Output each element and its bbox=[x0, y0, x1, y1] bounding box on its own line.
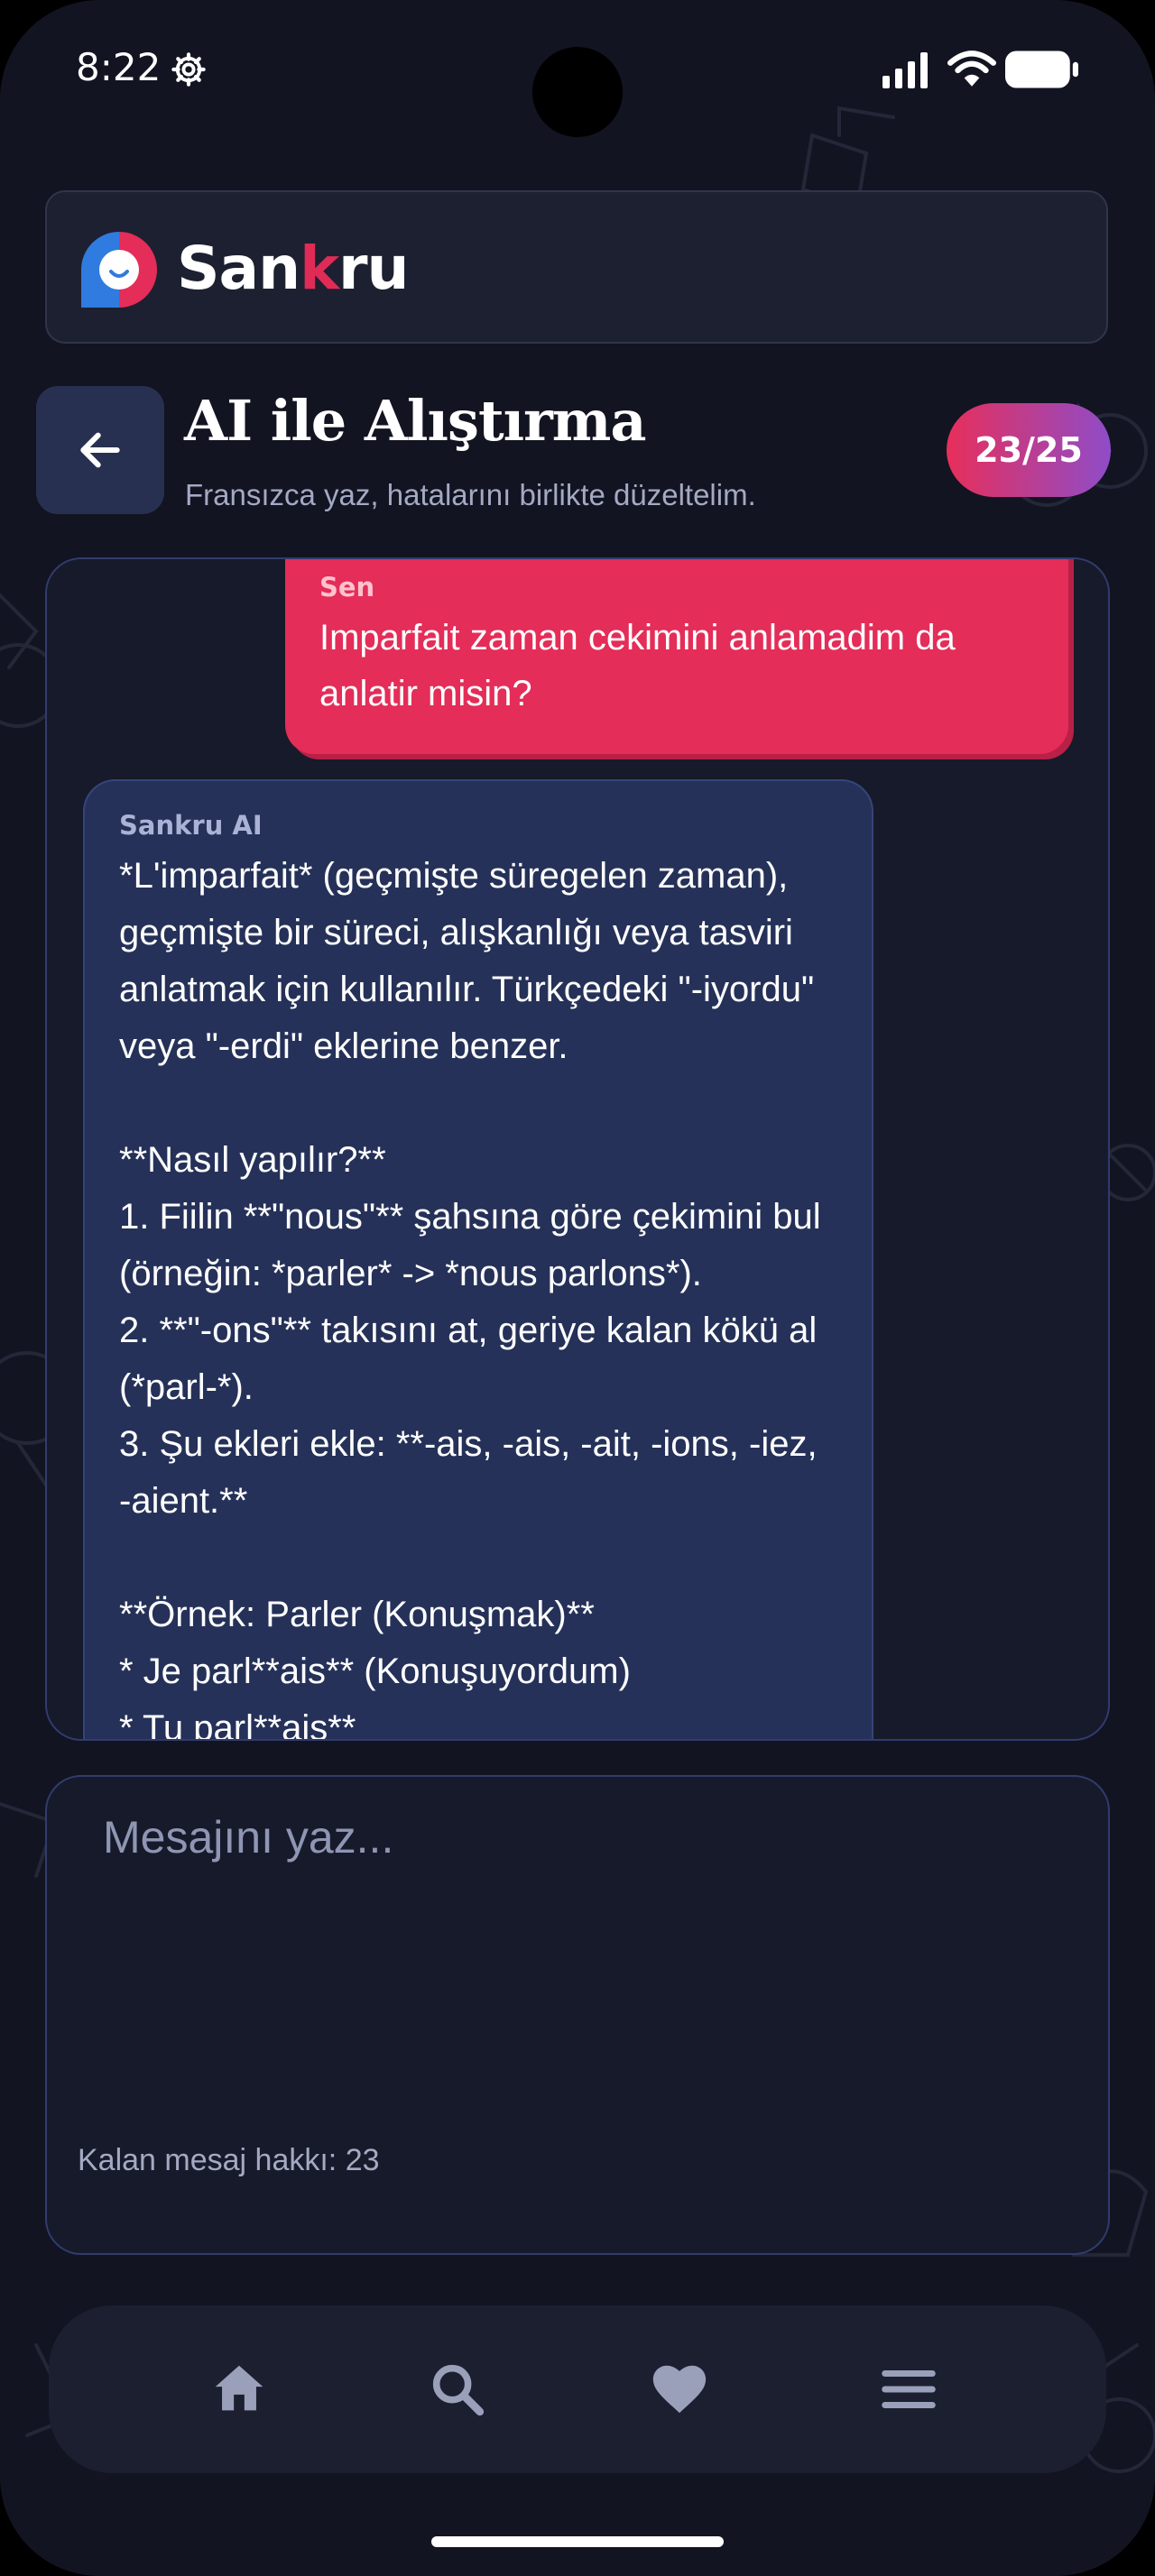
page-subtitle: Fransızca yaz, hatalarını birlikte düzel… bbox=[185, 478, 756, 511]
home-indicator[interactable] bbox=[431, 2536, 724, 2547]
settings-icon bbox=[171, 52, 206, 87]
menu-icon bbox=[882, 2370, 936, 2408]
status-time: 8:22 bbox=[76, 45, 162, 89]
sankru-logo-icon bbox=[81, 232, 157, 308]
home-icon bbox=[215, 2365, 263, 2411]
nav-home[interactable] bbox=[208, 2358, 271, 2421]
message-input[interactable] bbox=[72, 1802, 1074, 2073]
page-title: AI ile Alıştırma bbox=[184, 388, 647, 454]
camera-notch bbox=[532, 47, 623, 137]
message-text: *L'imparfait* (geçmişte süregelen zaman)… bbox=[119, 856, 821, 1741]
nav-search[interactable] bbox=[426, 2358, 489, 2421]
message-text: Imparfait zaman cekimini anlamadim da an… bbox=[319, 618, 956, 713]
arrow-left-icon bbox=[80, 432, 120, 468]
chat-panel[interactable]: Sen Imparfait zaman cekimini anlamadim d… bbox=[45, 557, 1110, 1741]
bottom-navigation bbox=[49, 2305, 1106, 2473]
message-counter-badge: 23/25 bbox=[947, 403, 1111, 497]
message-composer: Kalan mesaj hakkı: 23 bbox=[45, 1775, 1110, 2255]
battery-icon bbox=[1005, 51, 1078, 88]
back-button[interactable] bbox=[36, 386, 164, 514]
nav-menu[interactable] bbox=[877, 2358, 940, 2421]
wifi-icon bbox=[947, 51, 996, 87]
ai-message-bubble: Sankru AI *L'imparfait* (geçmişte sürege… bbox=[83, 779, 873, 1741]
cellular-signal-icon bbox=[882, 52, 928, 88]
status-bar: 8:22 bbox=[0, 0, 1155, 137]
nav-favorites[interactable] bbox=[648, 2358, 711, 2421]
app-screen: 8:22 Sankru AI ile Alıştırma Fransızca y… bbox=[0, 0, 1155, 2576]
message-sender: Sen bbox=[319, 572, 375, 603]
brand-header: Sankru bbox=[45, 190, 1108, 344]
remaining-messages-text: Kalan mesaj hakkı: 23 bbox=[78, 2143, 380, 2177]
message-sender: Sankru AI bbox=[119, 810, 263, 841]
user-message-bubble: Sen Imparfait zaman cekimini anlamadim d… bbox=[285, 559, 1068, 754]
brand-name: Sankru bbox=[177, 234, 410, 303]
search-icon bbox=[432, 2364, 485, 2416]
heart-icon bbox=[652, 2365, 707, 2414]
